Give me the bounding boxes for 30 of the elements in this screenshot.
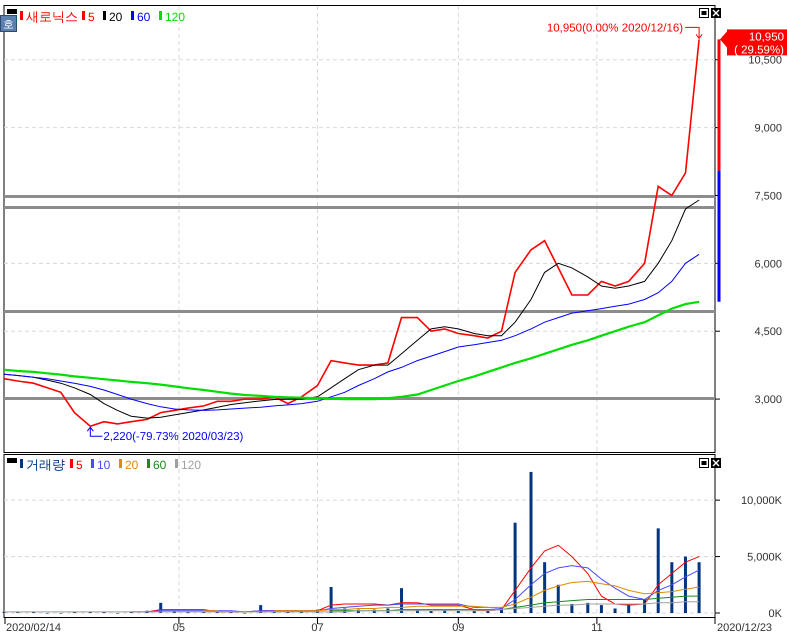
legend-label: 20: [125, 458, 138, 472]
axis-label: 9,000: [754, 122, 782, 135]
legend-label: 120: [181, 458, 202, 472]
axis-label: 6,000: [754, 258, 782, 270]
high-price-label: 10,950(0.00% 2020/12/16): [546, 22, 684, 34]
current-price: 10,950: [748, 31, 784, 44]
axis-label: 11: [591, 622, 603, 634]
axis-label: 4,500: [754, 326, 782, 338]
legend-label: 새로닉스: [26, 10, 78, 25]
end-date-label: 2020/12/23: [717, 622, 772, 634]
legend-label: 10: [97, 458, 110, 472]
axis-label: 7,500: [754, 190, 782, 202]
legend-label: 60: [137, 10, 150, 24]
axis-label: 10,500: [748, 54, 782, 67]
axis-label: 05: [172, 622, 186, 634]
legend-label: 5: [88, 10, 95, 24]
legend-label: 거래량: [26, 458, 65, 473]
axis-label: 5,000K: [747, 552, 782, 564]
price-change: ( 29.59%): [734, 44, 784, 56]
legend-label: 120: [165, 10, 186, 24]
legend-label: 20: [109, 10, 122, 24]
axis-label: 07: [311, 622, 324, 634]
legend-label: 60: [153, 458, 166, 472]
low-price-label: 2,220(-79.73% 2020/03/23): [103, 431, 244, 444]
start-date-label: 2020/02/14: [6, 622, 62, 634]
axis-label: 3,000: [754, 394, 782, 406]
axis-label: 10,000K: [741, 495, 782, 508]
legend-label: 5: [76, 458, 83, 472]
axis-label: 09: [452, 622, 464, 634]
axis-label: 0K: [768, 608, 782, 620]
